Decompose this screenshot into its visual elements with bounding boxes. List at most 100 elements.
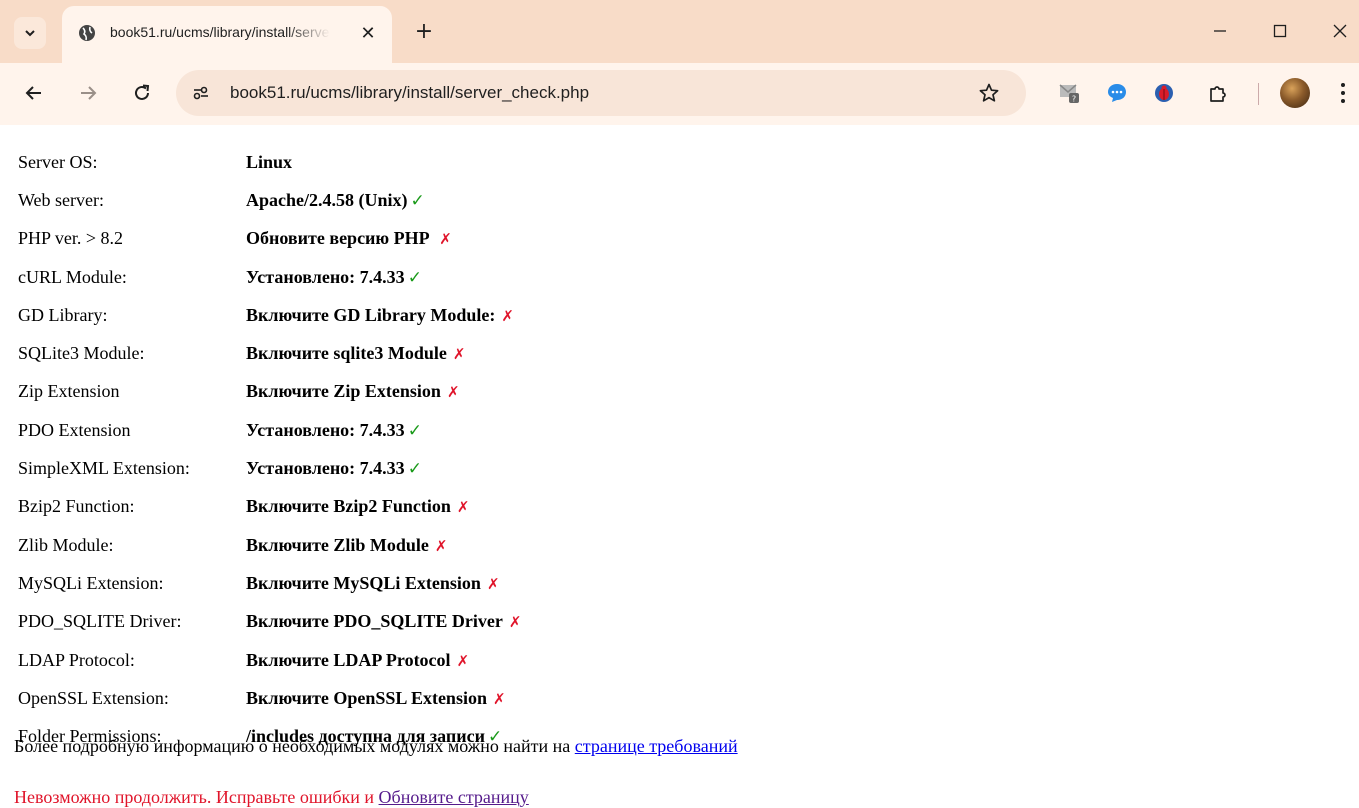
check-row: Web server: Apache/2.4.58 (Unix) ✓: [16, 181, 523, 219]
check-error-icon: ✗: [446, 383, 460, 402]
check-value-cell: Включите Bzip2 Function ✗: [244, 488, 523, 526]
check-value-cell: Установлено: 7.4.33 ✓: [244, 258, 523, 296]
check-row: GD Library: Включите GD Library Module: ✗: [16, 296, 523, 334]
check-value-cell: Включите GD Library Module: ✗: [244, 296, 523, 334]
requirements-info-text: Более подробную информацию о необходимых…: [14, 736, 575, 756]
check-label: cURL Module:: [18, 266, 127, 287]
page-content: Server OS: Linux Web server: Apache/2.4.58 …: [0, 125, 1359, 807]
check-value: Установлено: 7.4.33: [246, 419, 405, 440]
site-info-icon[interactable]: [186, 78, 216, 108]
check-label: SimpleXML Extension:: [18, 458, 190, 479]
tab-title: book51.ru/ucms/library/install/server_ch…: [110, 24, 330, 40]
profile-avatar[interactable]: [1280, 78, 1310, 108]
forward-icon[interactable]: [74, 79, 102, 107]
check-row: PDO_SQLITE Driver: Включите PDO_SQLITE Dr…: [16, 603, 523, 641]
check-value: Включите GD Library Module:: [246, 304, 496, 325]
check-ok-icon: ✓: [407, 459, 422, 480]
check-label: MySQLi Extension:: [18, 572, 164, 593]
refresh-page-link[interactable]: Обновите страницу: [379, 787, 529, 807]
active-tab[interactable]: book51.ru/ucms/library/install/server_ch…: [62, 6, 392, 63]
check-value-cell: Обновите версию PHP ✗: [244, 220, 523, 258]
check-error-icon: ✗: [486, 574, 500, 593]
check-row: Zlib Module: Включите Zlib Module ✗: [16, 526, 523, 564]
check-value-cell: Включите OpenSSL Extension ✗: [244, 679, 523, 717]
check-label: PDO Extension: [18, 419, 131, 440]
check-label: SQLite3 Module:: [18, 343, 145, 364]
check-label: LDAP Protocol:: [18, 649, 135, 670]
check-value-cell: Установлено: 7.4.33 ✓: [244, 411, 523, 449]
check-value-cell: Установлено: 7.4.33 ✓: [244, 449, 523, 487]
check-label: Web server:: [18, 189, 105, 210]
maximize-icon[interactable]: [1258, 14, 1302, 48]
check-error-icon: ✗: [439, 230, 452, 249]
check-error-icon: ✗: [508, 613, 522, 632]
tab-search-icon[interactable]: [14, 17, 46, 49]
bug-extension-icon[interactable]: [1150, 79, 1178, 107]
bookmark-star-icon[interactable]: [976, 80, 1002, 106]
check-value: Включите LDAP Protocol: [246, 649, 451, 670]
check-value-cell: Включите PDO_SQLITE Driver ✗: [244, 603, 523, 641]
tab-strip: book51.ru/ucms/library/install/server_ch…: [0, 0, 1359, 63]
check-label: PHP ver. > 8.2: [18, 228, 123, 249]
check-value-cell: Включите LDAP Protocol ✗: [244, 641, 523, 679]
check-row: Server OS: Linux: [16, 143, 523, 181]
browser-toolbar: book51.ru/ucms/library/install/server_ch…: [0, 63, 1359, 125]
check-error-icon: ✗: [452, 345, 466, 364]
check-error-icon: ✗: [492, 689, 506, 708]
check-value-cell: Включите Zlib Module ✗: [244, 526, 523, 564]
gmail-checker-icon[interactable]: ?: [1056, 79, 1084, 107]
check-value: Установлено: 7.4.33: [246, 458, 405, 479]
check-error-icon: ✗: [456, 498, 470, 517]
check-ok-icon: ✓: [410, 190, 425, 211]
check-label: Zip Extension: [18, 381, 120, 402]
check-error-icon: ✗: [434, 536, 448, 555]
check-row: Bzip2 Function: Включите Bzip2 Function ✗: [16, 488, 523, 526]
check-label: Zlib Module:: [18, 534, 114, 555]
check-row: cURL Module: Установлено: 7.4.33 ✓: [16, 258, 523, 296]
check-row: OpenSSL Extension: Включите OpenSSL Exten…: [16, 679, 523, 717]
check-row: SimpleXML Extension: Установлено: 7.4.33 ✓: [16, 449, 523, 487]
extensions-puzzle-icon[interactable]: [1204, 79, 1232, 107]
check-value: Обновите версию PHP: [246, 228, 434, 249]
check-value: Включите MySQLi Extension: [246, 572, 481, 593]
requirements-page-link[interactable]: странице требований: [575, 736, 738, 756]
menu-icon[interactable]: [1336, 79, 1350, 107]
reload-icon[interactable]: [128, 79, 156, 107]
check-label: Server OS:: [18, 151, 98, 172]
new-tab-button[interactable]: +: [410, 17, 438, 45]
check-row: SQLite3 Module: Включите sqlite3 Module ✗: [16, 334, 523, 372]
check-error-icon: ✗: [501, 306, 514, 325]
url-text[interactable]: book51.ru/ucms/library/install/server_ch…: [230, 83, 589, 103]
check-row: Zip Extension Включите Zip Extension ✗: [16, 373, 523, 411]
chat-extension-icon[interactable]: [1103, 79, 1131, 107]
check-label: Bzip2 Function:: [18, 496, 135, 517]
check-value: Установлено: 7.4.33: [246, 266, 405, 287]
close-tab-icon[interactable]: ✕: [356, 21, 380, 45]
requirements-info: Более подробную информацию о необходимых…: [14, 736, 738, 757]
check-row: PHP ver. > 8.2 Обновите версию PHP ✗: [16, 220, 523, 258]
globe-icon: [79, 25, 95, 41]
check-value-cell: Включите sqlite3 Module ✗: [244, 334, 523, 372]
toolbar-divider: [1258, 83, 1259, 105]
check-value-cell: Включите Zip Extension ✗: [244, 373, 523, 411]
minimize-icon[interactable]: [1198, 14, 1242, 48]
check-value: Включите OpenSSL Extension: [246, 687, 487, 708]
check-row: LDAP Protocol: Включите LDAP Protocol ✗: [16, 641, 523, 679]
check-value: Включите Bzip2 Function: [246, 496, 451, 517]
check-value-cell: Apache/2.4.58 (Unix) ✓: [244, 181, 523, 219]
close-window-icon[interactable]: [1318, 14, 1359, 48]
error-message: Невозможно продолжить. Исправьте ошибки …: [14, 787, 529, 808]
check-value: Включите PDO_SQLITE Driver: [246, 611, 503, 632]
check-value: Включите Zlib Module: [246, 534, 429, 555]
address-bar[interactable]: book51.ru/ucms/library/install/server_ch…: [176, 70, 1026, 116]
check-row: MySQLi Extension: Включите MySQLi Extensi…: [16, 564, 523, 602]
check-ok-icon: ✓: [407, 267, 422, 288]
check-error-icon: ✗: [456, 651, 470, 670]
check-value: Apache/2.4.58 (Unix): [246, 189, 408, 210]
check-ok-icon: ✓: [407, 420, 422, 441]
check-label: PDO_SQLITE Driver:: [18, 611, 182, 632]
server-check-table: Server OS: Linux Web server: Apache/2.4.58 …: [16, 143, 523, 756]
check-label: OpenSSL Extension:: [18, 687, 169, 708]
back-icon[interactable]: [20, 79, 48, 107]
error-message-text: Невозможно продолжить. Исправьте ошибки …: [14, 787, 379, 807]
